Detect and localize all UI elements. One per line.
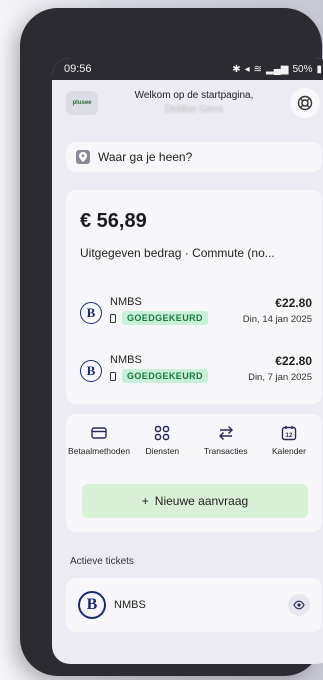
transaction-status-row: GOEDGEKEURD bbox=[110, 311, 243, 325]
new-request-label: Nieuwe aanvraag bbox=[154, 494, 249, 508]
nmbs-logo-icon: B bbox=[80, 302, 102, 324]
transaction-row[interactable]: B NMBS GOEDGEKEURD €22.80 Din, 7 jan 202… bbox=[80, 354, 312, 394]
action-label: Diensten bbox=[145, 446, 180, 456]
nmbs-logo-icon: B bbox=[80, 360, 102, 382]
transaction-date: Din, 7 jan 2025 bbox=[248, 372, 312, 383]
status-badge: GOEDGEKEURD bbox=[122, 311, 208, 325]
status-badge: GOEDGEKEURD bbox=[122, 369, 208, 383]
quick-actions-card: Betaalmethoden Diensten Transacties 12 K… bbox=[66, 414, 322, 532]
status-icons: ✱ ◂ ≋ ▂▄▆ 50% ▮ bbox=[232, 64, 322, 75]
app-header: plusee Welkom op de startpagina, Debbie … bbox=[52, 80, 323, 126]
grid-icon bbox=[155, 425, 170, 441]
active-ticket-item[interactable]: B NMBS bbox=[66, 578, 322, 632]
transaction-details: NMBS GOEDGEKEURD bbox=[110, 354, 248, 383]
spent-amount: € 56,89 bbox=[80, 210, 147, 232]
spending-card: € 56,89 Uitgegeven bedrag · Commute (no.… bbox=[66, 190, 322, 404]
status-bar: 09:56 ✱ ◂ ≋ ▂▄▆ 50% ▮ bbox=[52, 58, 323, 80]
spent-amount-label[interactable]: Uitgegeven bedrag · Commute (no... bbox=[80, 246, 310, 260]
transaction-amount: €22.80 Din, 14 jan 2025 bbox=[243, 296, 312, 325]
transaction-date: Din, 14 jan 2025 bbox=[242, 314, 312, 325]
action-label: Transacties bbox=[203, 446, 248, 456]
action-transactions[interactable]: Transacties bbox=[195, 424, 257, 456]
active-tickets-title: Actieve tickets bbox=[70, 556, 134, 567]
battery-percent: 50% bbox=[292, 63, 313, 75]
transaction-operator: NMBS bbox=[110, 354, 142, 366]
lifebuoy-icon bbox=[297, 95, 313, 111]
mute-icon: ◂ bbox=[244, 63, 250, 75]
action-services[interactable]: Diensten bbox=[131, 424, 193, 456]
transaction-price: €22.80 bbox=[275, 354, 312, 368]
signal-icon: ▂▄▆ bbox=[266, 63, 289, 75]
help-button[interactable] bbox=[290, 88, 320, 118]
new-request-button[interactable]: + Nieuwe aanvraag bbox=[82, 484, 308, 518]
user-name: Debbie Gens bbox=[164, 104, 224, 115]
nmbs-logo-icon: B bbox=[78, 591, 106, 619]
transaction-details: NMBS GOEDGEKEURD bbox=[110, 296, 243, 325]
app-logo-text: plusee bbox=[72, 100, 92, 106]
calendar-icon: 12 bbox=[281, 426, 297, 441]
calendar-day: 12 bbox=[285, 432, 293, 439]
view-ticket-button[interactable] bbox=[288, 594, 310, 616]
action-label: Betaalmethoden bbox=[68, 446, 130, 456]
transaction-status-row: GOEDGEKEURD bbox=[110, 369, 248, 383]
mobile-ticket-icon bbox=[110, 371, 116, 381]
destination-search[interactable]: Waar ga je heen? bbox=[66, 142, 322, 172]
transaction-operator: NMBS bbox=[110, 296, 142, 308]
welcome-message: Welkom op de startpagina, Debbie Gens bbox=[98, 89, 290, 117]
battery-icon: ▮ bbox=[316, 63, 322, 75]
search-placeholder: Waar ga je heen? bbox=[98, 150, 193, 164]
mobile-ticket-icon bbox=[110, 313, 116, 323]
transaction-price: €22.80 bbox=[275, 296, 312, 310]
action-calendar[interactable]: 12 Kalender bbox=[258, 424, 320, 456]
transaction-amount: €22.80 Din, 7 jan 2025 bbox=[248, 354, 312, 383]
plus-icon: + bbox=[141, 494, 149, 508]
card-icon bbox=[91, 427, 107, 439]
quick-actions: Betaalmethoden Diensten Transacties 12 K… bbox=[66, 424, 322, 456]
transaction-row[interactable]: B NMBS GOEDGEKEURD €22.80 Din, 14 jan 20… bbox=[80, 296, 312, 336]
location-pin-icon bbox=[76, 150, 90, 164]
welcome-text: Welkom op de startpagina, bbox=[134, 90, 254, 101]
action-payment-methods[interactable]: Betaalmethoden bbox=[68, 424, 130, 456]
ticket-operator: NMBS bbox=[114, 599, 146, 611]
bluetooth-icon: ✱ bbox=[232, 63, 241, 75]
app-logo: plusee bbox=[66, 91, 98, 115]
app-screen: 09:56 ✱ ◂ ≋ ▂▄▆ 50% ▮ plusee Welkom op d… bbox=[52, 58, 323, 664]
status-time: 09:56 bbox=[64, 63, 92, 75]
wifi-icon: ≋ bbox=[253, 63, 262, 75]
phone-frame: 09:56 ✱ ◂ ≋ ▂▄▆ 50% ▮ plusee Welkom op d… bbox=[20, 8, 323, 676]
eye-icon bbox=[293, 600, 305, 610]
action-label: Kalender bbox=[271, 446, 306, 456]
swap-arrows-icon bbox=[218, 426, 233, 440]
